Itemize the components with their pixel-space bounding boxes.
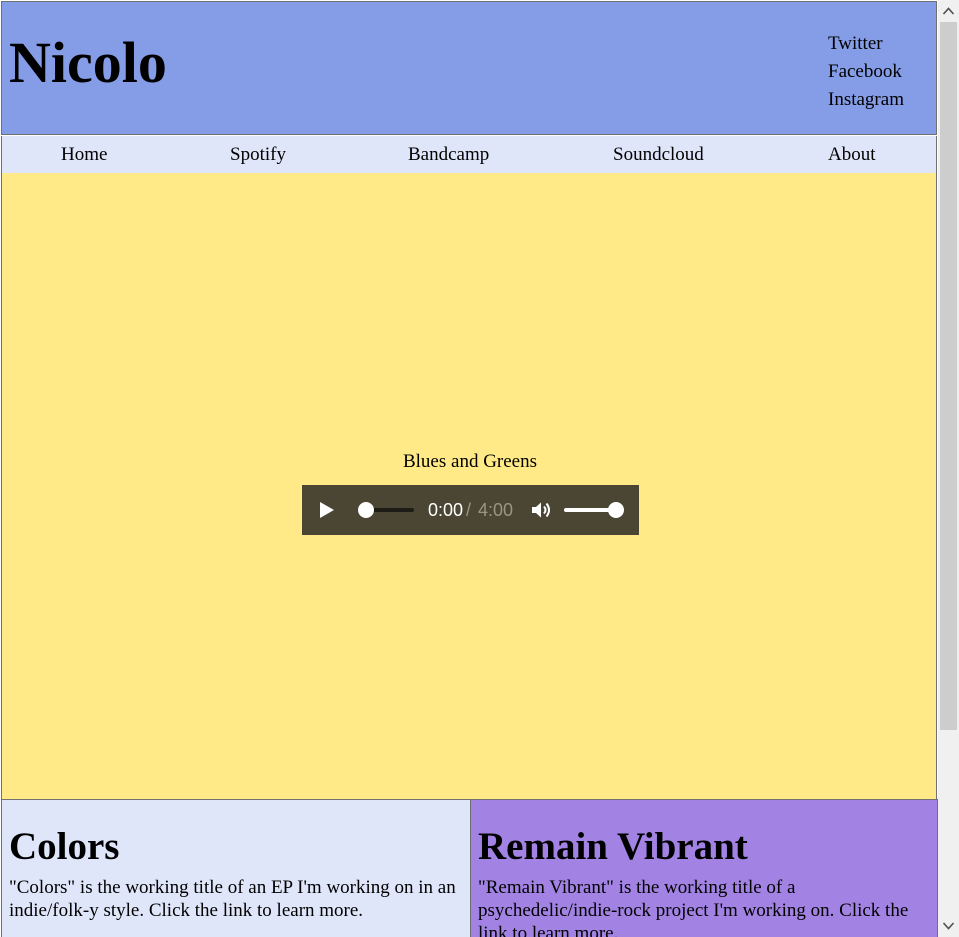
main-nav: Home Spotify Bandcamp Soundcloud About: [1, 136, 937, 174]
nav-about[interactable]: About: [828, 144, 876, 166]
scroll-up-arrow-icon[interactable]: [938, 0, 959, 22]
colors-title: Colors: [9, 825, 120, 868]
social-links: Twitter Facebook Instagram: [828, 30, 904, 114]
remain-vibrant-panel: Remain Vibrant "Remain Vibrant" is the w…: [470, 799, 938, 937]
play-button[interactable]: [320, 502, 334, 518]
instagram-link[interactable]: Instagram: [828, 86, 904, 114]
nav-spotify[interactable]: Spotify: [230, 144, 286, 166]
vertical-scrollbar[interactable]: [938, 0, 959, 937]
site-title: Nicolo: [9, 30, 167, 95]
main-content: Blues and Greens 0:00 / 4:00: [1, 173, 937, 800]
seek-thumb[interactable]: [358, 502, 374, 518]
colors-panel: Colors "Colors" is the working title of …: [1, 799, 471, 937]
facebook-link[interactable]: Facebook: [828, 58, 904, 86]
page: Nicolo Twitter Facebook Instagram Home S…: [0, 0, 938, 937]
time-separator: /: [466, 500, 472, 520]
nav-bandcamp[interactable]: Bandcamp: [408, 144, 489, 166]
scroll-down-arrow-icon[interactable]: [938, 915, 959, 937]
audio-player: 0:00 / 4:00: [302, 485, 639, 535]
scrollbar-thumb[interactable]: [940, 22, 957, 730]
track-title: Blues and Greens: [402, 451, 538, 472]
total-time: 4:00: [478, 500, 514, 520]
site-header: Nicolo Twitter Facebook Instagram: [1, 1, 937, 135]
nav-soundcloud[interactable]: Soundcloud: [613, 144, 704, 166]
nav-home[interactable]: Home: [61, 144, 107, 166]
current-time: 0:00: [428, 500, 464, 520]
volume-thumb[interactable]: [608, 502, 624, 518]
volume-icon[interactable]: [530, 500, 552, 520]
twitter-link[interactable]: Twitter: [828, 30, 904, 58]
remain-vibrant-title: Remain Vibrant: [478, 825, 748, 868]
colors-description: "Colors" is the working title of an EP I…: [9, 877, 456, 921]
remain-vibrant-description: "Remain Vibrant" is the working title of…: [478, 877, 909, 937]
